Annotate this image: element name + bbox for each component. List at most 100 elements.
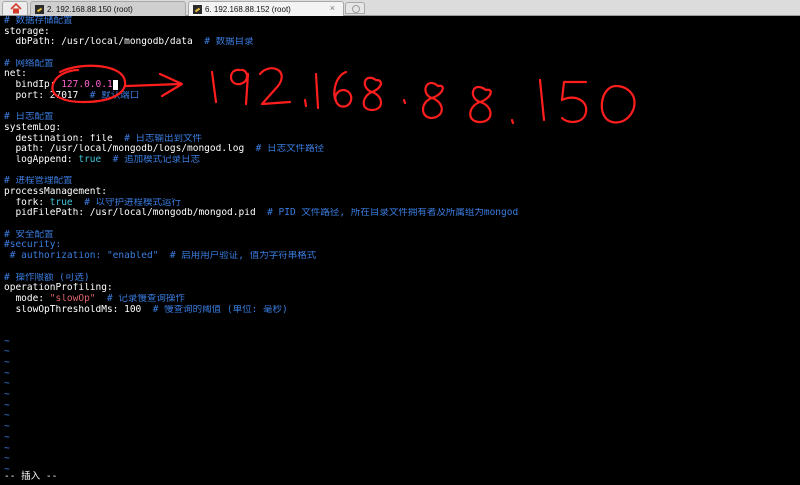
editor-line: processManagement: bbox=[4, 187, 800, 198]
terminal-editor[interactable]: # 数据存储配置 storage: dbPath: /usr/local/mong… bbox=[0, 16, 800, 485]
code-text: "slowOp" bbox=[49, 293, 96, 304]
editor-line: ~ bbox=[4, 347, 800, 358]
editor-line: # 数据存储配置 bbox=[4, 16, 800, 27]
close-icon[interactable]: × bbox=[330, 3, 335, 13]
editor-line: systemLog: bbox=[4, 123, 800, 134]
editor-line: ~ bbox=[4, 390, 800, 401]
editor-line: # 网络配置 bbox=[4, 59, 800, 70]
code-comment: # 安全配置 bbox=[4, 229, 54, 240]
editor-line: ~ bbox=[4, 465, 800, 476]
code-comment: # 默认端口 bbox=[89, 90, 140, 101]
editor-mode-status: -- 插入 -- bbox=[4, 471, 58, 482]
empty-line-marker: ~ bbox=[4, 379, 10, 390]
code-comment: # 日志文件路径 bbox=[255, 144, 325, 155]
code-comment: #security: bbox=[4, 240, 62, 251]
editor-line: ~ bbox=[4, 411, 800, 422]
empty-line-marker: ~ bbox=[4, 368, 10, 379]
tab-session-2[interactable]: 2. 192.168.88.150 (root) bbox=[30, 1, 186, 16]
editor-line: ~ bbox=[4, 401, 800, 412]
code-text: destination: file bbox=[4, 133, 125, 144]
code-comment: # 记录慢查询操作 bbox=[106, 293, 185, 304]
editor-line: port: 27017 # 默认端口 bbox=[4, 91, 800, 102]
terminal-icon bbox=[35, 4, 44, 14]
code-text: slowOpThresholdMs: 100 bbox=[4, 304, 153, 315]
code-comment: # 慢查询的阈值 (单位: 毫秒) bbox=[152, 304, 288, 315]
code-text: operationProfiling: bbox=[4, 283, 113, 294]
code-comment: # 以守护进程模式运行 bbox=[84, 197, 182, 208]
code-text: processManagement: bbox=[4, 187, 107, 197]
tab-bar: 2. 192.168.88.150 (root) 6. 192.168.88.1… bbox=[0, 0, 800, 16]
code-comment: # 网络配置 bbox=[4, 58, 54, 69]
code-comment: # 数据目录 bbox=[204, 37, 254, 48]
empty-line-marker: ~ bbox=[4, 390, 10, 401]
code-comment: # 日志输出到文件 bbox=[124, 133, 203, 144]
empty-line-marker: ~ bbox=[4, 336, 10, 347]
editor-line: net: bbox=[4, 69, 800, 80]
empty-line-marker: ~ bbox=[4, 422, 10, 433]
empty-line-marker: ~ bbox=[4, 432, 10, 443]
editor-line: # 日志配置 bbox=[4, 112, 800, 123]
editor-line: ~ bbox=[4, 379, 800, 390]
editor-line: fork: true # 以守护进程模式运行 bbox=[4, 198, 800, 209]
empty-line-marker: ~ bbox=[4, 443, 10, 454]
editor-line: # authorization: "enabled" # 启用用户验证, 值为字… bbox=[4, 251, 800, 262]
editor-line: # 操作限额 (可选) bbox=[4, 273, 800, 284]
code-text: true bbox=[49, 197, 73, 208]
editor-line: ~ bbox=[4, 369, 800, 380]
home-icon bbox=[10, 3, 22, 14]
editor-line: slowOpThresholdMs: 100 # 慢查询的阈值 (单位: 毫秒) bbox=[4, 305, 800, 316]
code-comment: # authorization: "enabled" # 启用用户验证, 值为字… bbox=[4, 251, 317, 262]
code-comment: # 日志配置 bbox=[4, 112, 54, 123]
code-comment: # 进程管理配置 bbox=[4, 176, 73, 187]
empty-line-marker: ~ bbox=[4, 454, 10, 465]
editor-line: path: /usr/local/mongodb/logs/mongod.log… bbox=[4, 144, 800, 155]
code-text: dbPath: /usr/local/mongodb/data bbox=[4, 37, 205, 48]
code-text: path: /usr/local/mongodb/logs/mongod.log bbox=[4, 144, 256, 155]
editor-line: bindIp: 127.0.0.1 bbox=[4, 80, 800, 91]
editor-line: logAppend: true # 追加模式记录日志 bbox=[4, 155, 800, 166]
empty-line-marker: ~ bbox=[4, 347, 10, 358]
empty-line-marker: ~ bbox=[4, 400, 10, 411]
tab-label: 2. 192.168.88.150 (root) bbox=[47, 4, 133, 14]
code-text: storage: bbox=[4, 26, 50, 37]
editor-line: # 安全配置 bbox=[4, 230, 800, 241]
code-text: logAppend: bbox=[4, 154, 79, 165]
editor-line: ~ bbox=[4, 433, 800, 444]
editor-line: destination: file # 日志输出到文件 bbox=[4, 134, 800, 145]
code-text: mode: bbox=[4, 293, 50, 304]
editor-line: # 进程管理配置 bbox=[4, 176, 800, 187]
code-text: systemLog: bbox=[4, 122, 62, 133]
editor-line: pidFilePath: /usr/local/mongodb/mongod.p… bbox=[4, 208, 800, 219]
code-comment: # 操作限额 (可选) bbox=[4, 272, 90, 283]
home-tab[interactable] bbox=[2, 1, 28, 15]
terminal-icon bbox=[193, 4, 202, 14]
code-text: pidFilePath: /usr/local/mongodb/mongod.p… bbox=[4, 208, 268, 219]
code-text: net: bbox=[4, 69, 27, 80]
code-text: 127.0.0.1 bbox=[61, 80, 113, 91]
editor-line: #security: bbox=[4, 240, 800, 251]
editor-line: ~ bbox=[4, 444, 800, 455]
new-tab-button[interactable] bbox=[345, 2, 365, 14]
tab-label: 6. 192.168.88.152 (root) bbox=[205, 4, 291, 14]
empty-line-marker: ~ bbox=[4, 411, 10, 422]
code-text: bindIp: bbox=[4, 80, 62, 91]
code-comment: # 追加模式记录日志 bbox=[112, 154, 201, 165]
tab-session-6[interactable]: 6. 192.168.88.152 (root) × bbox=[188, 1, 344, 16]
editor-line: ~ bbox=[4, 337, 800, 348]
editor-line: ~ bbox=[4, 454, 800, 465]
editor-line: dbPath: /usr/local/mongodb/data # 数据目录 bbox=[4, 37, 800, 48]
editor-lines: # 数据存储配置 storage: dbPath: /usr/local/mong… bbox=[4, 16, 800, 476]
editor-line: mode: "slowOp" # 记录慢查询操作 bbox=[4, 294, 800, 305]
code-text: port: 27017 bbox=[4, 90, 90, 101]
editor-line: storage: bbox=[4, 27, 800, 38]
code-text: fork: bbox=[4, 197, 50, 208]
